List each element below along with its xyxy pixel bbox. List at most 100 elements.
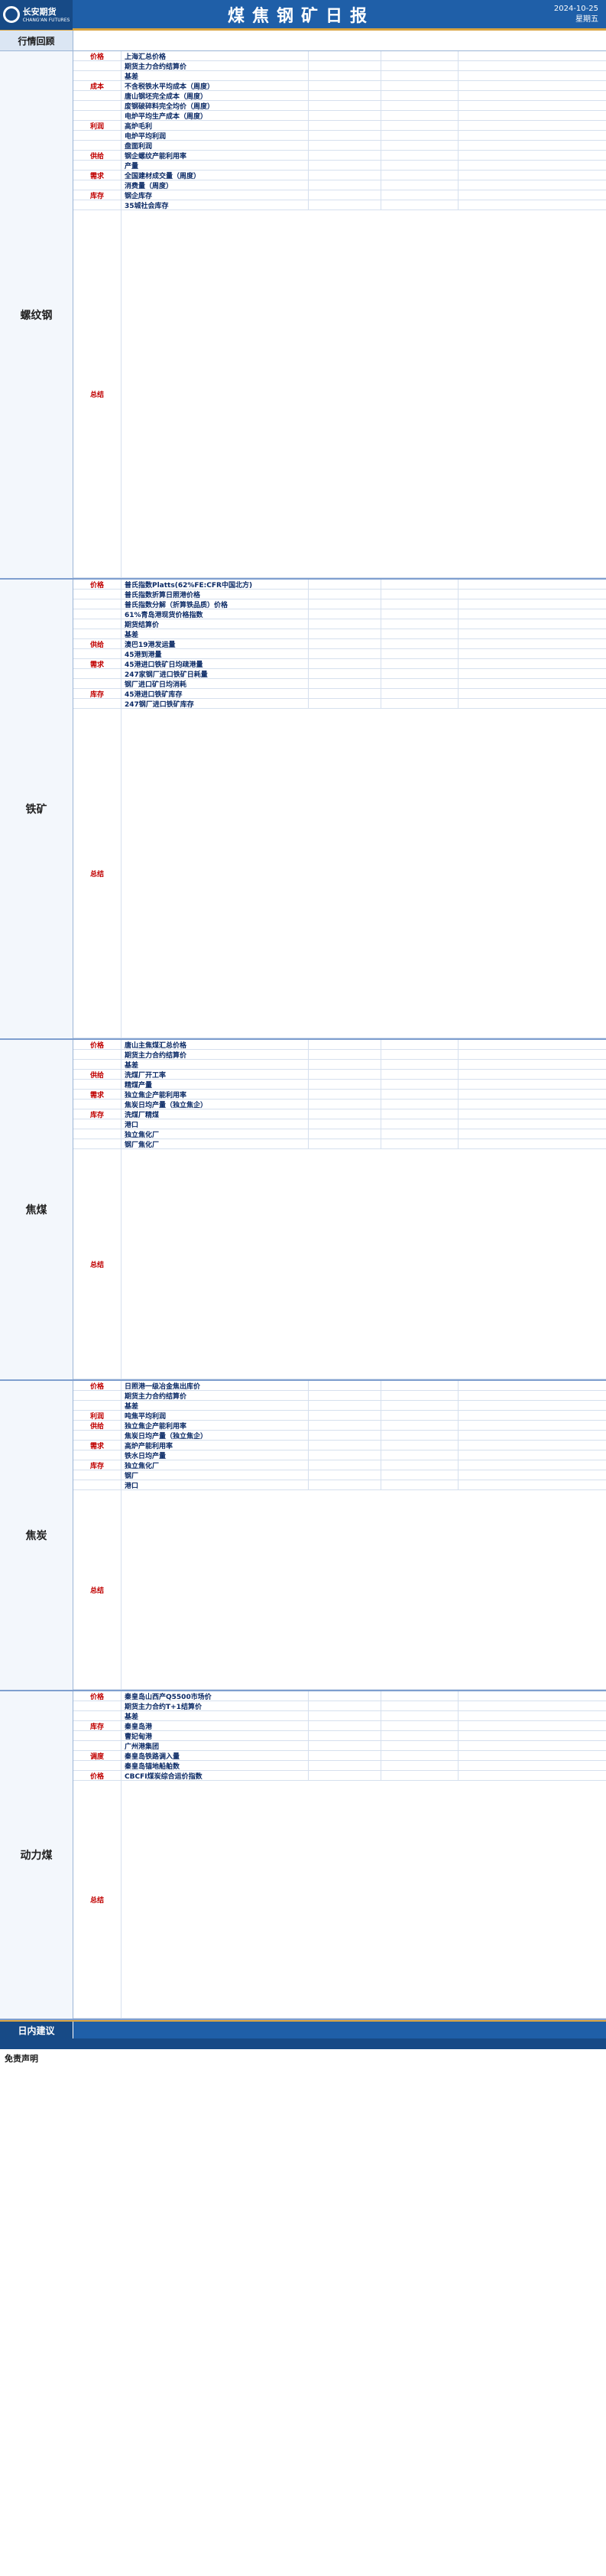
section-body: 价格 上海汇总价格 期货主力合约结算价 基差 成本 不含税铁水平均成本（周度） 唐山钢坯完全… [73,51,606,578]
row-trend [381,659,459,668]
row-change [459,1070,606,1079]
row-trend [381,599,459,609]
row-group: 库存 [73,1460,122,1470]
row-change [459,141,606,150]
section-4: 动力煤 价格 秦皇岛山西产Q5500市场价 期货主力合约T+1结算价 基差 库存 秦皇岛港曹… [0,1691,606,2020]
table-row: 钢厂进口矿日均消耗 [73,679,606,689]
logo-icon [2,5,20,23]
table-row: 价格 秦皇岛山西产Q5500市场价 [73,1691,606,1701]
table-row: 期货主力合约T+1结算价 [73,1701,606,1711]
table-row: 钢厂 [73,1470,606,1480]
row-change [459,619,606,629]
row-trend [381,619,459,629]
table-row: 价格 CBCFI煤炭综合运价指数 [73,1771,606,1781]
row-value [309,171,381,180]
row-change [459,81,606,90]
row-value [309,639,381,648]
row-value [309,1050,381,1059]
row-change [459,1731,606,1740]
row-change [459,1761,606,1770]
row-group [73,609,122,619]
row-group [73,1450,122,1460]
summary-block: 总结 [73,709,606,1038]
row-item: 焦炭日均产量（独立焦企） [122,1100,309,1109]
row-item: 产量 [122,161,309,170]
row-group [73,1391,122,1400]
row-group: 供给 [73,1070,122,1080]
row-change [459,1050,606,1059]
row-group: 需求 [73,171,122,180]
table-row: 秦皇岛锚地船舶数 [73,1761,606,1771]
row-value [309,599,381,609]
row-item: 洗煤厂精煤 [122,1109,309,1119]
row-item: 消费量（周度） [122,180,309,190]
table-row: 铁水日均产量 [73,1450,606,1460]
row-group: 需求 [73,1441,122,1450]
row-item: 精煤产量 [122,1080,309,1089]
report-title: 煤焦钢矿日报 [227,6,374,26]
row-trend [381,1119,459,1129]
row-trend [381,639,459,648]
row-group [73,699,122,708]
table-row: 盘面利润 [73,141,606,151]
row-value [309,590,381,599]
row-change [459,1109,606,1119]
row-value [309,51,381,60]
row-change [459,1721,606,1730]
row-trend [381,1480,459,1489]
row-group [73,619,122,629]
row-trend [381,1050,459,1059]
row-value [309,1450,381,1460]
table-row: 库存 45港进口铁矿库存 [73,689,606,699]
row-trend [381,1060,459,1069]
row-trend [381,1721,459,1730]
row-trend [381,1109,459,1119]
row-item: 高炉毛利 [122,121,309,130]
row-item: 铁水日均产量 [122,1450,309,1460]
section-3: 焦炭 价格 日照港一级冶金焦出库价 期货主力合约结算价 基差 利润 吨焦平均利润 供给 独立焦企… [0,1381,606,1691]
row-change [459,1139,606,1148]
row-group [73,1431,122,1440]
market-review: 行情回顾 [0,31,606,51]
row-value [309,61,381,70]
row-change [459,590,606,599]
row-group: 库存 [73,1721,122,1731]
row-change [459,61,606,70]
row-trend [381,1460,459,1470]
table-row: 利润 高炉毛利 [73,121,606,131]
row-item: 45港到港量 [122,649,309,658]
table-row: 基差 [73,71,606,81]
row-change [459,200,606,210]
row-value [309,1701,381,1710]
table-row: 电炉平均生产成本（周度） [73,111,606,121]
table-row: 库存 钢企库存 [73,190,606,200]
row-trend [381,1761,459,1770]
row-value [309,1040,381,1049]
table-row: 价格 普氏指数Platts(62%FE:CFR中国北方) [73,580,606,590]
row-value [309,659,381,668]
row-item: 日照港一级冶金焦出库价 [122,1381,309,1390]
table-row: 247家钢厂进口铁矿日耗量 [73,669,606,679]
table-row: 需求 45港进口铁矿日均疏港量 [73,659,606,669]
row-item: 247家钢厂进口铁矿日耗量 [122,669,309,678]
row-item: 焦炭日均产量（独立焦企） [122,1431,309,1440]
row-value [309,1711,381,1720]
row-trend [381,1691,459,1701]
row-change [459,1480,606,1489]
row-value [309,1070,381,1079]
section-1: 铁矿 价格 普氏指数Platts(62%FE:CFR中国北方) 普氏指数折算日照港价格… [0,580,606,1040]
row-item: 广州港集团 [122,1741,309,1750]
row-value [309,619,381,629]
row-item: 电炉平均生产成本（周度） [122,111,309,120]
section-body: 价格 唐山主焦煤汇总价格 期货主力合约结算价 基差 供给 洗煤厂开工率 精煤产量 需求 独立焦企… [73,1040,606,1379]
row-change [459,1401,606,1410]
row-change [459,1421,606,1430]
row-trend [381,171,459,180]
table-row: 基差 [73,1401,606,1411]
report-header: 长安期货 CHANG'AN FUTURES 煤焦钢矿日报 2024-10-25 … [0,0,606,31]
row-group [73,71,122,80]
section-0: 螺纹钢 价格 上海汇总价格 期货主力合约结算价 基差 成本 不含税铁水平均成本（周度） 唐山钢… [0,51,606,580]
row-value [309,131,381,140]
row-item: 唐山主焦煤汇总价格 [122,1040,309,1049]
table-row: 唐山钢坯完全成本（周度） [73,91,606,101]
